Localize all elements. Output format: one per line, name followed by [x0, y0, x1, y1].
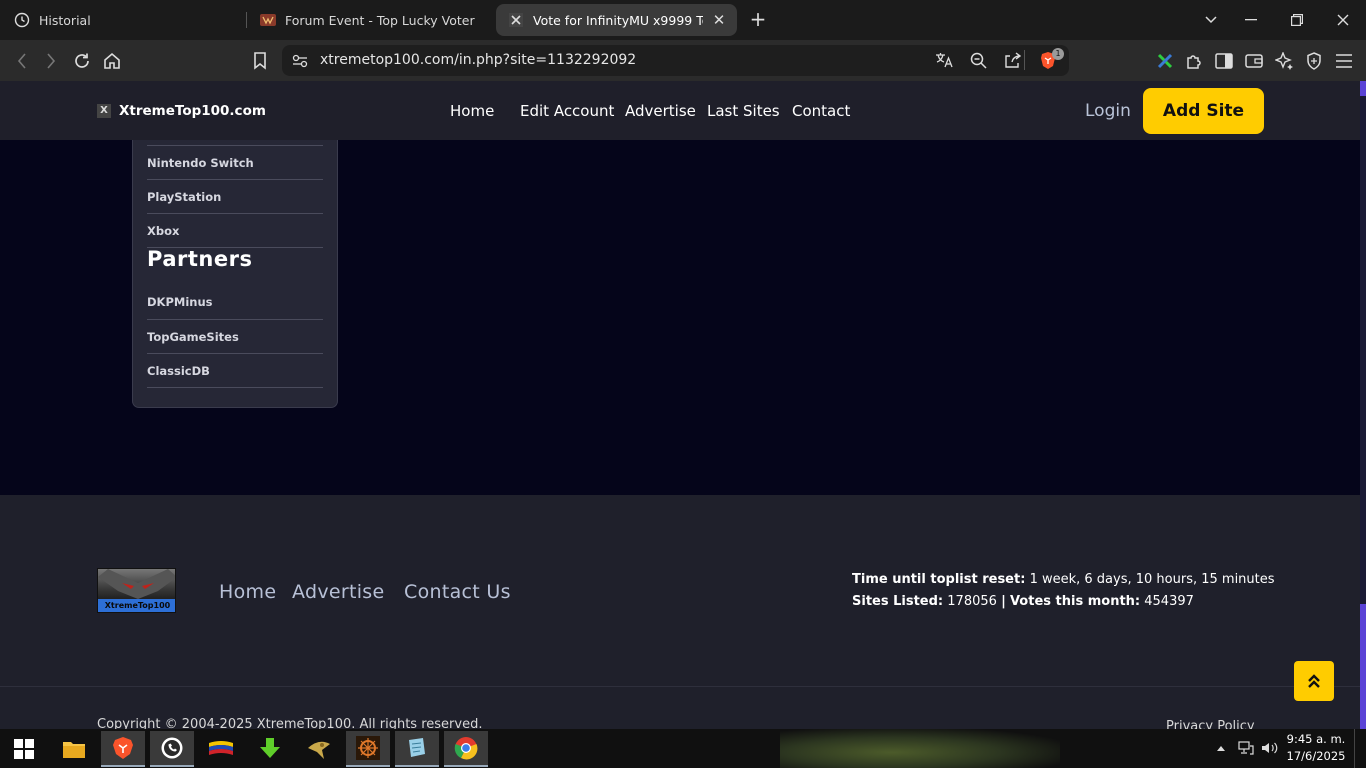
scrollbar-accent-top	[1360, 81, 1366, 96]
double-chevron-up-icon	[1308, 674, 1320, 688]
site-footer: XtremeTop100 Home Advertise Contact Us T…	[0, 495, 1360, 734]
game-client-icon[interactable]	[346, 731, 390, 767]
footer-divider	[0, 686, 1360, 687]
sidebar-item-nintendo-switch[interactable]: Nintendo Switch	[147, 145, 323, 179]
share-icon[interactable]	[1004, 52, 1022, 72]
show-desktop-button[interactable]	[1354, 729, 1366, 768]
venezuela-flag-app-icon[interactable]	[199, 731, 243, 767]
whatsapp-icon[interactable]	[150, 731, 194, 767]
site-header: X XtremeTop100.com Home Edit Account Adv…	[0, 81, 1360, 140]
close-tab-icon[interactable]: ✕	[709, 10, 729, 30]
forward-icon[interactable]	[40, 50, 62, 72]
urlbar-divider	[1024, 50, 1025, 70]
sidebar-divider	[147, 387, 323, 388]
start-windows-icon[interactable]	[2, 731, 46, 767]
url-text: xtremetop100.com/in.php?site=1132292092	[320, 52, 637, 68]
votes-label: Votes this month:	[1009, 594, 1141, 609]
system-clock[interactable]: 9:45 a. m. 17/6/2025	[1280, 731, 1352, 765]
close-window-icon[interactable]	[1333, 10, 1353, 30]
brand-name: XtremeTop100.com	[119, 103, 266, 119]
sites-label: Sites Listed:	[852, 594, 944, 609]
windows-taskbar: 9:45 a. m. 17/6/2025	[0, 729, 1366, 768]
sidebar-toggle-icon[interactable]	[1213, 50, 1235, 72]
nav-home[interactable]: Home	[450, 102, 494, 120]
clock-time: 9:45 a. m.	[1286, 732, 1346, 746]
minimize-icon[interactable]	[1241, 10, 1261, 30]
address-bar[interactable]: xtremetop100.com/in.php?site=1132292092	[282, 45, 1069, 76]
restore-icon[interactable]	[1287, 10, 1307, 30]
browser-tab-bar: Historial Forum Event - Top Lucky Voters…	[0, 0, 1366, 40]
game-launcher-icon[interactable]	[297, 731, 341, 767]
volume-icon[interactable]	[1261, 741, 1279, 758]
zoom-out-icon[interactable]	[970, 52, 987, 73]
site-vote-stats: Sites Listed: 178056 | Votes this month:…	[852, 594, 1194, 609]
tray-overflow-chevron-up-icon[interactable]	[1216, 741, 1226, 755]
clock-date: 17/6/2025	[1286, 749, 1346, 763]
tab-title: Forum Event - Top Lucky Voters of Ju	[285, 12, 475, 28]
page-scrollbar[interactable]	[1360, 81, 1366, 729]
logo-caption: XtremeTop100	[98, 599, 175, 612]
file-explorer-icon[interactable]	[52, 731, 96, 767]
tab-search-chevron-down-icon[interactable]	[1201, 10, 1221, 30]
sidebar-item-xbox[interactable]: Xbox	[147, 213, 323, 247]
tab-title: Vote for InfinityMU x9999 Top S3	[533, 12, 703, 28]
partners-heading: Partners	[147, 247, 253, 271]
scroll-to-top-button[interactable]	[1294, 661, 1334, 701]
stats-separator: |	[1001, 594, 1006, 609]
wallpaper-glimpse	[780, 729, 1060, 768]
tab-separator	[246, 12, 247, 28]
extensions-puzzle-icon[interactable]	[1183, 50, 1205, 72]
back-icon[interactable]	[11, 50, 33, 72]
reload-icon[interactable]	[71, 50, 93, 72]
vpn-shield-icon[interactable]	[1303, 50, 1325, 72]
shields-count-badge: 1	[1052, 48, 1064, 60]
site-brand[interactable]: X XtremeTop100.com	[97, 103, 266, 119]
partner-link-classicdb[interactable]: ClassicDB	[147, 353, 323, 387]
extension-x-icon[interactable]	[1154, 50, 1176, 72]
network-icon[interactable]	[1238, 741, 1254, 758]
add-site-button[interactable]: Add Site	[1143, 88, 1264, 134]
footer-logo[interactable]: XtremeTop100	[97, 568, 176, 613]
tab-forum-event[interactable]: Forum Event - Top Lucky Voters of Ju	[260, 0, 482, 40]
toplist-reset-stat: Time until toplist reset: 1 week, 6 days…	[852, 572, 1275, 587]
partner-link-topgamesites[interactable]: TopGameSites	[147, 319, 323, 353]
download-manager-icon[interactable]	[248, 731, 292, 767]
sidebar-item-playstation[interactable]: PlayStation	[147, 179, 323, 213]
category-sidebar: Nintendo Switch PlayStation Xbox Partner…	[132, 140, 338, 408]
sites-value: 178056	[947, 594, 997, 609]
nav-last-sites[interactable]: Last Sites	[707, 102, 780, 120]
wallet-icon[interactable]	[1243, 50, 1265, 72]
forum-favicon-icon	[260, 12, 276, 28]
warrior-face-icon	[98, 569, 175, 599]
scrollbar-thumb[interactable]	[1360, 604, 1366, 729]
new-tab-button[interactable]: +	[748, 9, 768, 30]
xtremetop100-favicon-icon	[508, 12, 524, 28]
menu-hamburger-icon[interactable]	[1333, 50, 1355, 72]
footer-nav-contact-us[interactable]: Contact Us	[404, 581, 511, 603]
history-icon	[14, 12, 30, 28]
tab-title: Historial	[39, 12, 91, 28]
tab-vote-infinitymu[interactable]: Vote for InfinityMU x9999 Top S3 ✕	[496, 4, 737, 36]
site-info-tune-icon[interactable]	[292, 53, 308, 72]
brave-browser-icon[interactable]	[101, 731, 145, 767]
translate-icon[interactable]	[935, 52, 953, 72]
brand-logo-icon: X	[97, 104, 111, 118]
tab-history[interactable]: Historial	[14, 0, 240, 40]
notepad-icon[interactable]	[395, 731, 439, 767]
partner-link-dkpminus[interactable]: DKPMinus	[147, 285, 323, 319]
reset-value: 1 week, 6 days, 10 hours, 15 minutes	[1029, 572, 1275, 587]
footer-nav-advertise[interactable]: Advertise	[292, 581, 385, 603]
home-icon[interactable]	[101, 50, 123, 72]
leo-ai-sparkle-icon[interactable]	[1273, 50, 1295, 72]
reset-label: Time until toplist reset:	[852, 572, 1026, 587]
votes-value: 454397	[1144, 594, 1194, 609]
login-link[interactable]: Login	[1085, 101, 1131, 121]
footer-nav-home[interactable]: Home	[219, 581, 276, 603]
bookmark-icon[interactable]	[249, 50, 271, 72]
nav-edit-account[interactable]: Edit Account	[520, 102, 614, 120]
nav-contact[interactable]: Contact	[792, 102, 850, 120]
nav-advertise[interactable]: Advertise	[625, 102, 696, 120]
chrome-browser-icon[interactable]	[444, 731, 488, 767]
